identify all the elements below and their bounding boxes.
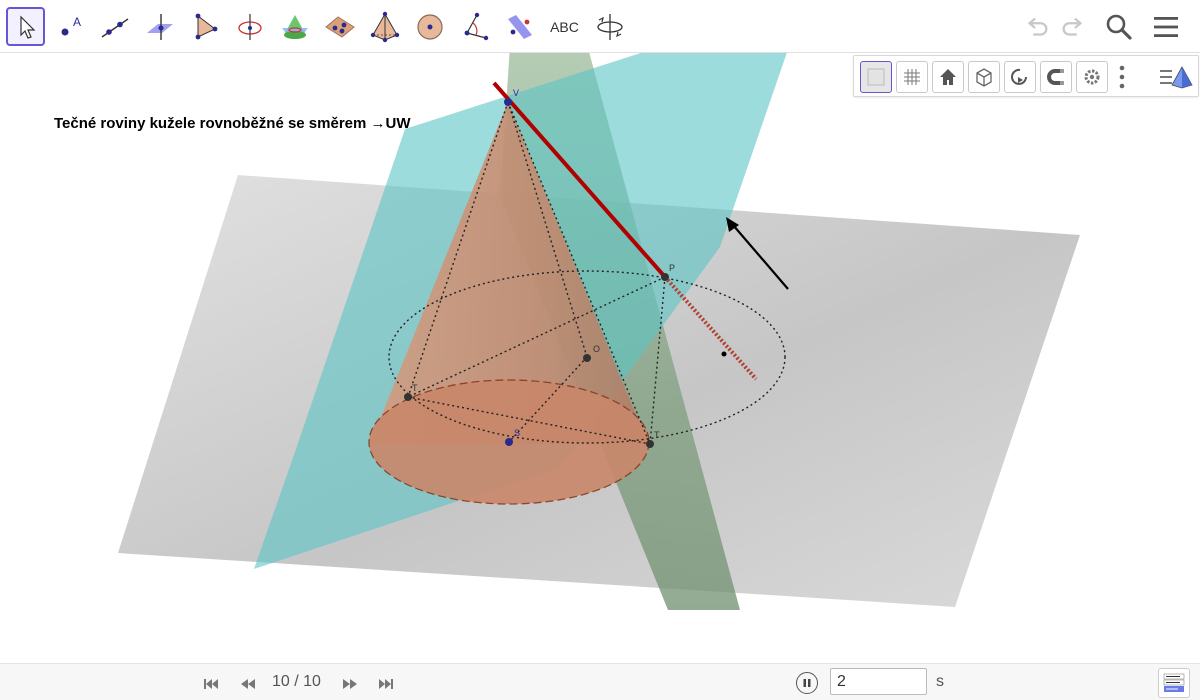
speed-input[interactable] (830, 668, 927, 695)
point-p (661, 273, 669, 281)
undo-button[interactable] (1018, 8, 1056, 46)
search-icon (1106, 14, 1132, 40)
magnet-button[interactable] (1040, 61, 1072, 93)
grid-icon (904, 69, 920, 85)
point-icon: A (61, 15, 81, 35)
point-t (646, 440, 654, 448)
svg-text:P: P (669, 263, 675, 273)
skip-last-icon (379, 679, 393, 689)
home-icon (940, 69, 956, 85)
slide-counter: 10 / 10 (272, 673, 321, 690)
point-extra (721, 351, 727, 357)
point-label: A (73, 15, 81, 29)
pyramid-solid-icon (370, 11, 399, 42)
last-slide-button[interactable] (375, 673, 397, 695)
main-menu-button[interactable] (1147, 8, 1185, 46)
home-view-button[interactable] (932, 61, 964, 93)
tool-move[interactable] (6, 7, 45, 46)
svg-text:S: S (514, 428, 520, 438)
tool-intersect[interactable] (275, 7, 314, 46)
toolbar: A ABC (0, 0, 1200, 53)
graphics-caption: Tečné roviny kužele rovnoběžné se směrem… (54, 115, 411, 132)
search-button[interactable] (1100, 8, 1138, 46)
cube-view-icon (976, 68, 992, 87)
algebra-icon (1163, 673, 1185, 692)
next-slide-button[interactable] (339, 673, 361, 695)
tool-plane[interactable] (320, 7, 359, 46)
line-icon (101, 17, 128, 38)
graphics-view-3d[interactable]: V P O T T S Tečné roviny kužele rovnoběž… (0, 53, 1200, 663)
svg-text:T: T (654, 430, 660, 440)
menu-icon (1154, 17, 1178, 37)
geogebra-3d-app: A ABC V P O T T S Tečné roviny kužele ro… (0, 0, 1200, 700)
point-t1 (404, 393, 412, 401)
tool-pyramid-solid[interactable] (365, 7, 404, 46)
tool-perpendicular-line[interactable] (140, 7, 179, 46)
previous-slide-button[interactable] (237, 673, 259, 695)
rewind-icon (241, 679, 255, 689)
perspective-menu-icon (1160, 66, 1193, 89)
tool-rotate-view[interactable] (590, 7, 629, 46)
plane-three-points-icon (324, 15, 355, 38)
axes-toggle-button[interactable] (860, 61, 892, 93)
more-vertical-icon (1119, 65, 1125, 89)
tool-angle[interactable] (455, 7, 494, 46)
tool-text[interactable]: ABC (545, 7, 584, 46)
pause-button[interactable] (796, 672, 818, 694)
tool-reflect[interactable] (500, 7, 539, 46)
cube-view-button[interactable] (968, 61, 1000, 93)
fast-forward-icon (343, 679, 357, 689)
redo-icon (1062, 17, 1083, 36)
skip-first-icon (204, 679, 218, 689)
tool-sphere[interactable] (410, 7, 449, 46)
magnet-icon (1047, 69, 1064, 85)
move-arrow-icon (19, 15, 35, 39)
sphere-icon (416, 13, 443, 40)
graphics-style-bar (853, 55, 1199, 97)
point-v (504, 98, 512, 106)
svg-text:V: V (513, 88, 519, 98)
settings-button[interactable] (1076, 61, 1108, 93)
rotate-button[interactable] (1004, 61, 1036, 93)
rotate-icon (1011, 68, 1027, 85)
rotate-view-icon (596, 13, 623, 40)
tool-pyramid[interactable] (185, 7, 224, 46)
perpendicular-line-icon (146, 13, 173, 40)
grid-button[interactable] (896, 61, 928, 93)
settings-icon (1084, 69, 1100, 85)
undo-icon (1027, 17, 1048, 36)
first-slide-button[interactable] (200, 673, 222, 695)
intersect-curve-icon (281, 14, 308, 39)
speed-unit: s (936, 673, 944, 690)
tool-line[interactable] (95, 7, 134, 46)
angle-icon (464, 12, 488, 40)
tool-circle-axis[interactable] (230, 7, 269, 46)
bottom-bar: 10 / 10 s (0, 663, 1200, 700)
pause-icon (803, 679, 811, 687)
pyramid-icon (195, 13, 217, 39)
reflect-plane-icon (507, 14, 532, 39)
svg-text:O: O (593, 344, 600, 354)
algebra-view-button[interactable] (1158, 668, 1190, 698)
redo-button[interactable] (1054, 8, 1092, 46)
scene-canvas[interactable]: V P O T T S (0, 53, 1200, 663)
point-o (583, 354, 591, 362)
axes-toggle-icon (867, 68, 885, 86)
text-tool-label: ABC (550, 18, 579, 35)
more-options-button[interactable] (1116, 64, 1128, 90)
circle-axis-icon (237, 13, 262, 40)
point-s (505, 438, 513, 446)
svg-text:T: T (412, 383, 418, 393)
perspective-menu-button[interactable] (1158, 64, 1194, 90)
tool-point[interactable]: A (50, 7, 89, 46)
